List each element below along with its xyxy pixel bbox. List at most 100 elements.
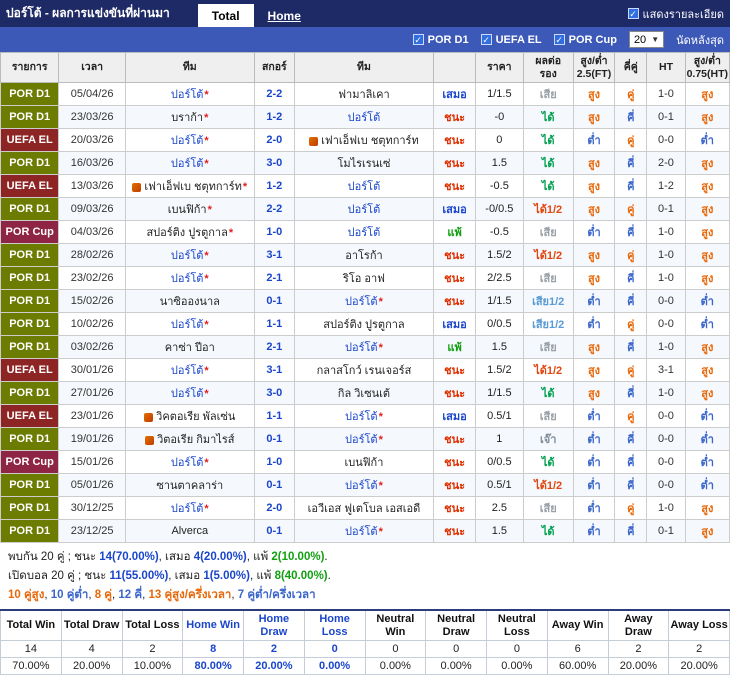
table-row: POR D1 16/03/26 ปอร์โต้* 3-0 โมไรเรนเซ่ ชนะ 1.… [0, 151, 730, 175]
league-badge: POR D1 [0, 427, 60, 451]
score: 3-0 [253, 381, 295, 405]
team-name: เฟาเอ็ฟเบ ชตุทการ์ท [321, 135, 419, 147]
halftime-score: 0-1 [646, 519, 686, 543]
favorite-star-icon: * [204, 503, 209, 515]
score: 2-0 [253, 496, 295, 520]
results-table: รายการ เวลา ทีม สกอร์ ทีม ราคา ผลต่อ รอง สูง/ต่… [0, 52, 730, 543]
team-cell: ปอร์โต้* [124, 450, 255, 474]
score: 2-2 [253, 82, 295, 106]
over-under-ht: ต่ำ [684, 427, 730, 451]
score: 0-1 [253, 473, 295, 497]
team-name: กลาสโกว์ เรนเจอร์ส [316, 365, 412, 377]
score: 1-0 [253, 450, 295, 474]
score: 3-1 [253, 358, 295, 382]
totals-percent: 0.00% [486, 657, 548, 675]
match-date: 05/01/26 [58, 473, 126, 497]
filter-bar: ✓ POR D1 ✓ UEFA EL ✓ POR Cup 20 ▼ นัดหลังสุด [0, 27, 730, 52]
handicap-result: ได้ [522, 450, 574, 474]
team-cell: ปอร์โต้* [124, 128, 255, 152]
handicap-result: เจ๊า [522, 427, 574, 451]
league-filter-label: POR D1 [427, 33, 469, 46]
over-under-ht: สูง [684, 496, 730, 520]
odd-even: คี่ [614, 266, 648, 290]
team-name: ปอร์โต้ [347, 204, 381, 216]
favorite-star-icon: * [204, 135, 209, 147]
summary-text: . [327, 570, 331, 582]
match-count-select[interactable]: 20 ▼ [628, 31, 665, 48]
handicap-price: 1.5/2 [475, 358, 524, 382]
league-badge: POR D1 [0, 243, 60, 267]
team-cell: กลาสโกว์ เรนเจอร์ส [293, 358, 434, 382]
team-name: ปอร์โต้ [170, 319, 204, 331]
score: 3-1 [253, 243, 295, 267]
halftime-score: 1-0 [646, 335, 686, 359]
summary-line: 10 คู่สูง, 10 คู่ต่ำ, 8 คู่, 12 คี่, 13 … [8, 586, 722, 605]
match-result: เสมอ [432, 82, 477, 106]
summary-text: 2(10.00%) [271, 551, 325, 563]
totals-percent: 70.00% [0, 657, 62, 675]
handicap-price: 2/2.5 [475, 266, 524, 290]
match-date: 16/03/26 [58, 151, 126, 175]
tab-total[interactable]: Total [197, 4, 254, 27]
score: 0-1 [253, 427, 295, 451]
over-under-ht: ต่ำ [684, 289, 730, 313]
odd-even: คู่ [614, 82, 648, 106]
porto-results-page: ปอร์โต้ - ผลการแข่งขันที่ผ่านมา Total Ho… [0, 0, 730, 675]
team-cell: นาซิอองนาล [124, 289, 255, 313]
league-filter-uefa-el[interactable]: ✓ UEFA EL [480, 34, 542, 46]
over-under-ft: สูง [572, 266, 616, 290]
totals-percent: 0.00% [303, 657, 366, 675]
match-result: ชนะ [432, 243, 477, 267]
handicap-result: ได้ [522, 174, 574, 198]
tab-home[interactable]: Home [254, 4, 315, 27]
table-row: POR D1 23/03/26 บราก้า* 1-2 ปอร์โต้ ชนะ -0 ได้ส… [0, 105, 730, 129]
table-row: POR D1 05/01/26 ซานตาคลาร่า 0-1 ปอร์โต้* ชนะ 0… [0, 473, 730, 497]
team-name: ปอร์โต้ [170, 158, 204, 170]
team-cell: วิตอเรีย กิมาไรส์ [124, 427, 255, 451]
over-under-ft: สูง [572, 358, 616, 382]
league-filter-label: POR Cup [568, 33, 617, 46]
league-filter-por-cup[interactable]: ✓ POR Cup [553, 33, 617, 46]
odd-even: คี่ [614, 151, 648, 175]
league-filter-por-d1[interactable]: ✓ POR D1 [412, 33, 469, 46]
column-header: ทีม [124, 52, 255, 83]
match-result: ชนะ [432, 151, 477, 175]
team-name: เบนฟิก้า [344, 457, 384, 469]
handicap-price: -0.5 [475, 220, 524, 244]
halftime-score: 0-0 [646, 450, 686, 474]
summary-text: 13 คู่สูง/ครึ่งเวลา [148, 589, 232, 601]
team-cell: สปอร์ติง ปูรตูกาล* [124, 220, 255, 244]
favorite-star-icon: * [204, 89, 209, 101]
over-under-ft: สูง [572, 82, 616, 106]
filter-group: ✓ POR D1 ✓ UEFA EL ✓ POR Cup 20 ▼ นัดหลังสุด [412, 31, 724, 49]
match-result: แพ้ [432, 220, 477, 244]
team-name: ปอร์โต้ [170, 503, 204, 515]
table-row: POR D1 09/03/26 เบนฟิก้า* 2-2 ปอร์โต้ เสมอ -0/… [0, 197, 730, 221]
over-under-ht: สูง [684, 358, 730, 382]
checkbox-checked-icon: ✓ [480, 34, 492, 45]
table-row: POR D1 05/04/26 ปอร์โต้* 2-2 ฟามาลิเคา เสมอ 1/… [0, 82, 730, 106]
team-cell: ปอร์โต้* [124, 243, 255, 267]
team-cell: เอวีเอส ฟูเตโบล เอสเอดี [293, 496, 434, 520]
match-result: ชนะ [432, 105, 477, 129]
over-under-ft: สูง [572, 105, 616, 129]
over-under-ft: ต่ำ [572, 289, 616, 313]
match-date: 20/03/26 [58, 128, 126, 152]
totals-header-row: Total Win Total Draw Total Loss Home Win Hom… [0, 609, 730, 642]
handicap-price: 1/1.5 [475, 381, 524, 405]
league-badge: POR D1 [0, 473, 60, 497]
column-header: ผลต่อ รอง [522, 52, 574, 83]
over-under-ft: ต่ำ [572, 496, 616, 520]
favorite-star-icon: * [378, 434, 383, 446]
show-details-checkbox[interactable]: ✓ แสดงรายละเอียด [627, 5, 724, 23]
show-details-label: แสดงรายละเอียด [642, 8, 724, 21]
team-cell: กิล วิเซนเต้ [293, 381, 434, 405]
over-under-ft: ต่ำ [572, 312, 616, 336]
match-result: ชนะ [432, 289, 477, 313]
league-badge: POR D1 [0, 151, 60, 175]
match-result: ชนะ [432, 128, 477, 152]
totals-percent: 20.00% [60, 657, 123, 675]
score: 2-1 [253, 266, 295, 290]
team-cell: ปอร์โต้* [293, 473, 434, 497]
favorite-star-icon: * [242, 181, 248, 193]
